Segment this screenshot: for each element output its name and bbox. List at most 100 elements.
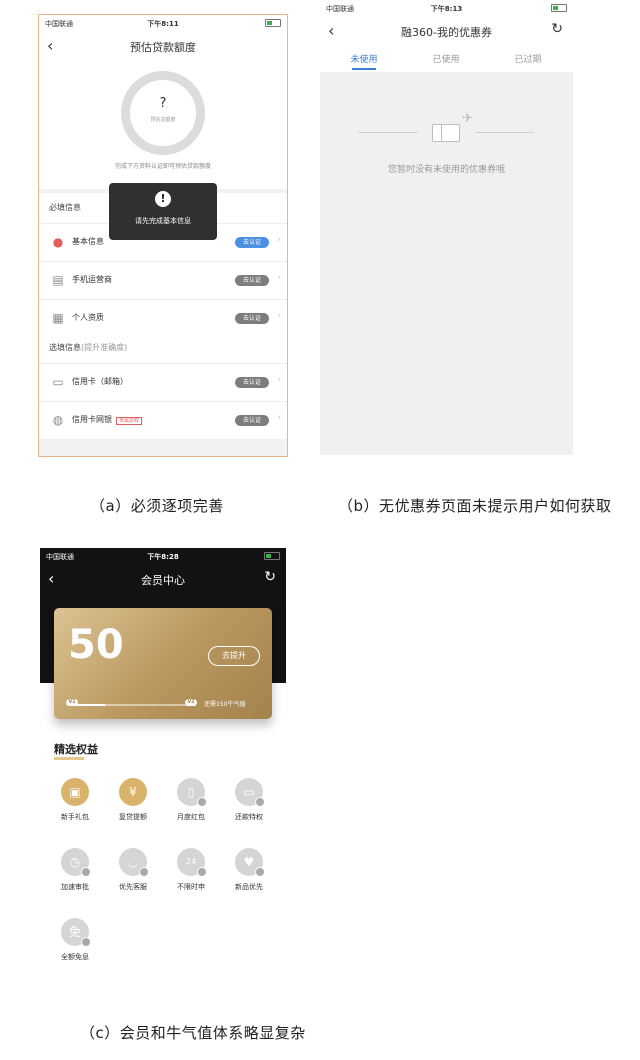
status-icons [551,4,567,12]
benefit-label: 月度红包 [177,813,205,821]
benefits-title: 精选权益 [54,743,98,760]
battery-icon [264,552,280,560]
level-to-badge: V2 [185,699,197,706]
status-time: 下午8:13 [430,5,463,13]
lock-icon [81,937,91,947]
status-bar: 中国联通 下午8:28 [40,548,286,566]
chat-icon: ◡ [119,848,149,877]
alert-icon: ! [155,191,171,207]
phone-screen-coupons: 中国联通 下午8:13 ‹ 融360-我的优惠券 ↻ 未使用 已使用 已过期 ✈… [320,0,573,455]
benefit-item[interactable]: ▭ 还款特权 [220,778,278,822]
verify-button[interactable]: 去认证 [235,415,269,426]
coupon-tabs: 未使用 已使用 已过期 [320,48,573,72]
benefit-item[interactable]: ♥ 新品优先 [220,848,278,892]
credit-card-icon: ▭ [52,375,64,389]
chevron-right-icon: › [277,311,281,321]
upgrade-button[interactable]: 去提升 [208,646,260,666]
benefit-label: 不限时申 [177,883,205,891]
optional-row-credit-card[interactable]: ▭ 信用卡（邮箱） 去认证 › [39,363,287,401]
required-row-carrier[interactable]: ▤ 手机运营商 去认证 › [39,261,287,299]
benefit-label: 全额免息 [61,953,89,961]
optional-section: 选填信息(提升准确度) ▭ 信用卡（邮箱） 去认证 › ◍ 信用卡网银 专属授权 … [39,333,287,439]
benefit-item[interactable]: ◡ 优先客服 [104,848,162,892]
estimate-hint: 完成下方资料认证即可预估贷款额度 [114,163,211,170]
benefit-item[interactable]: ¥ 复贷提额 [104,778,162,822]
benefit-label: 优先客服 [119,883,147,891]
benefit-item[interactable]: ◷ 加速审批 [46,848,104,892]
caption-c: （c）会员和牛气值体系略显复杂 [80,1024,306,1042]
benefit-label: 新品优先 [235,883,263,891]
phone-screen-member-center: 中国联通 下午8:28 ‹ 会员中心 ↻ 50 去提升 V1 V2 还需150牛… [40,548,286,988]
benefit-item[interactable]: 免全额免息 [46,918,104,962]
row-label: 信用卡（邮箱） [72,377,128,386]
status-icons [265,19,281,27]
benefit-label: 复贷提额 [119,813,147,821]
page-title: 会员中心 [141,574,185,587]
benefit-item[interactable]: ▯ 月度红包 [162,778,220,822]
row-label-text: 信用卡网银 [72,415,112,424]
estimate-ring: ? 预估总额度 [121,71,205,155]
tab-underline [352,68,376,70]
benefit-item[interactable]: 24 不限时申 [162,848,220,892]
status-time: 下午8:28 [147,553,179,561]
card-icon: ▭ [235,778,265,807]
nav-bar: ‹ 会员中心 ↻ [40,566,286,594]
refresh-icon[interactable]: ↻ [551,21,563,37]
optional-header-title: 选填信息 [49,343,81,352]
caption-b: （b）无优惠券页面未提示用户如何获取 [338,497,612,515]
required-row-qualification[interactable]: ▦ 个人资质 去认证 › [39,299,287,337]
toast-message: ! 请先完成基本信息 [109,183,217,240]
row-label: 基本信息 [72,237,104,246]
level-from-badge: V1 [66,699,78,706]
optional-row-netbank[interactable]: ◍ 信用卡网银 专属授权 去认证 › [39,401,287,439]
row-label: 信用卡网银 专属授权 [72,414,143,425]
page-title: 预估贷款额度 [130,41,196,54]
empty-state-text: 您暂时没有未使用的优惠券哦 [387,165,505,175]
phone-screen-loan-estimate: 中国联通 下午8:11 ‹ 预估贷款额度 ? 预估总额度 完成下方资料认证即可预… [38,14,288,457]
level-progress-track [70,704,196,706]
ring-label: 预估总额度 [150,117,176,123]
benefit-label: 新手礼包 [61,813,89,821]
ticket-icon: 免 [61,918,91,947]
chevron-right-icon: › [277,235,281,245]
exclusive-tag: 专属授权 [116,417,143,425]
benefit-item[interactable]: ▣ 新手礼包 [46,778,104,822]
refresh-icon[interactable]: ↻ [264,569,276,585]
heart-icon: ♥ [235,848,265,877]
battery-icon [265,19,281,27]
clock-icon: ◷ [61,848,91,877]
ring-symbol: ? [159,96,167,111]
toast-text: 请先完成基本信息 [135,217,191,225]
benefit-label: 还款特权 [235,813,263,821]
document-icon: ▦ [52,311,64,325]
benefit-label: 加速审批 [61,883,89,891]
tab-used[interactable]: 已使用 [416,52,476,65]
member-score: 50 [68,622,124,668]
24h-icon: 24 [177,848,207,877]
divider-right [476,132,534,133]
money-bag-icon: ¥ [119,778,147,806]
optional-header: 选填信息(提升准确度) [39,333,287,363]
red-packet-icon: ▯ [177,778,207,807]
user-icon: ● [52,235,64,249]
row-label: 个人资质 [72,313,104,322]
status-bar: 中国联通 下午8:11 [39,15,287,33]
tab-expired[interactable]: 已过期 [498,52,558,65]
verify-button[interactable]: 去认证 [235,275,269,286]
optional-header-sub: (提升准确度) [81,343,128,352]
chevron-right-icon: › [277,273,281,283]
tab-unused[interactable]: 未使用 [334,52,394,65]
estimate-card: ? 预估总额度 完成下方资料认证即可预估贷款额度 [39,61,287,189]
verify-button[interactable]: 去认证 [235,237,269,248]
phone-icon: ▤ [52,273,64,287]
battery-icon [551,4,567,12]
divider-left [358,132,418,133]
status-icons [264,552,280,560]
lock-icon [255,797,265,807]
gift-icon: ▣ [61,778,89,806]
bank-icon: ◍ [52,413,64,427]
verify-button[interactable]: 去认证 [235,313,269,324]
verify-button[interactable]: 去认证 [235,377,269,388]
caption-a: （a）必须逐项完善 [90,497,224,515]
lock-icon [81,867,91,877]
